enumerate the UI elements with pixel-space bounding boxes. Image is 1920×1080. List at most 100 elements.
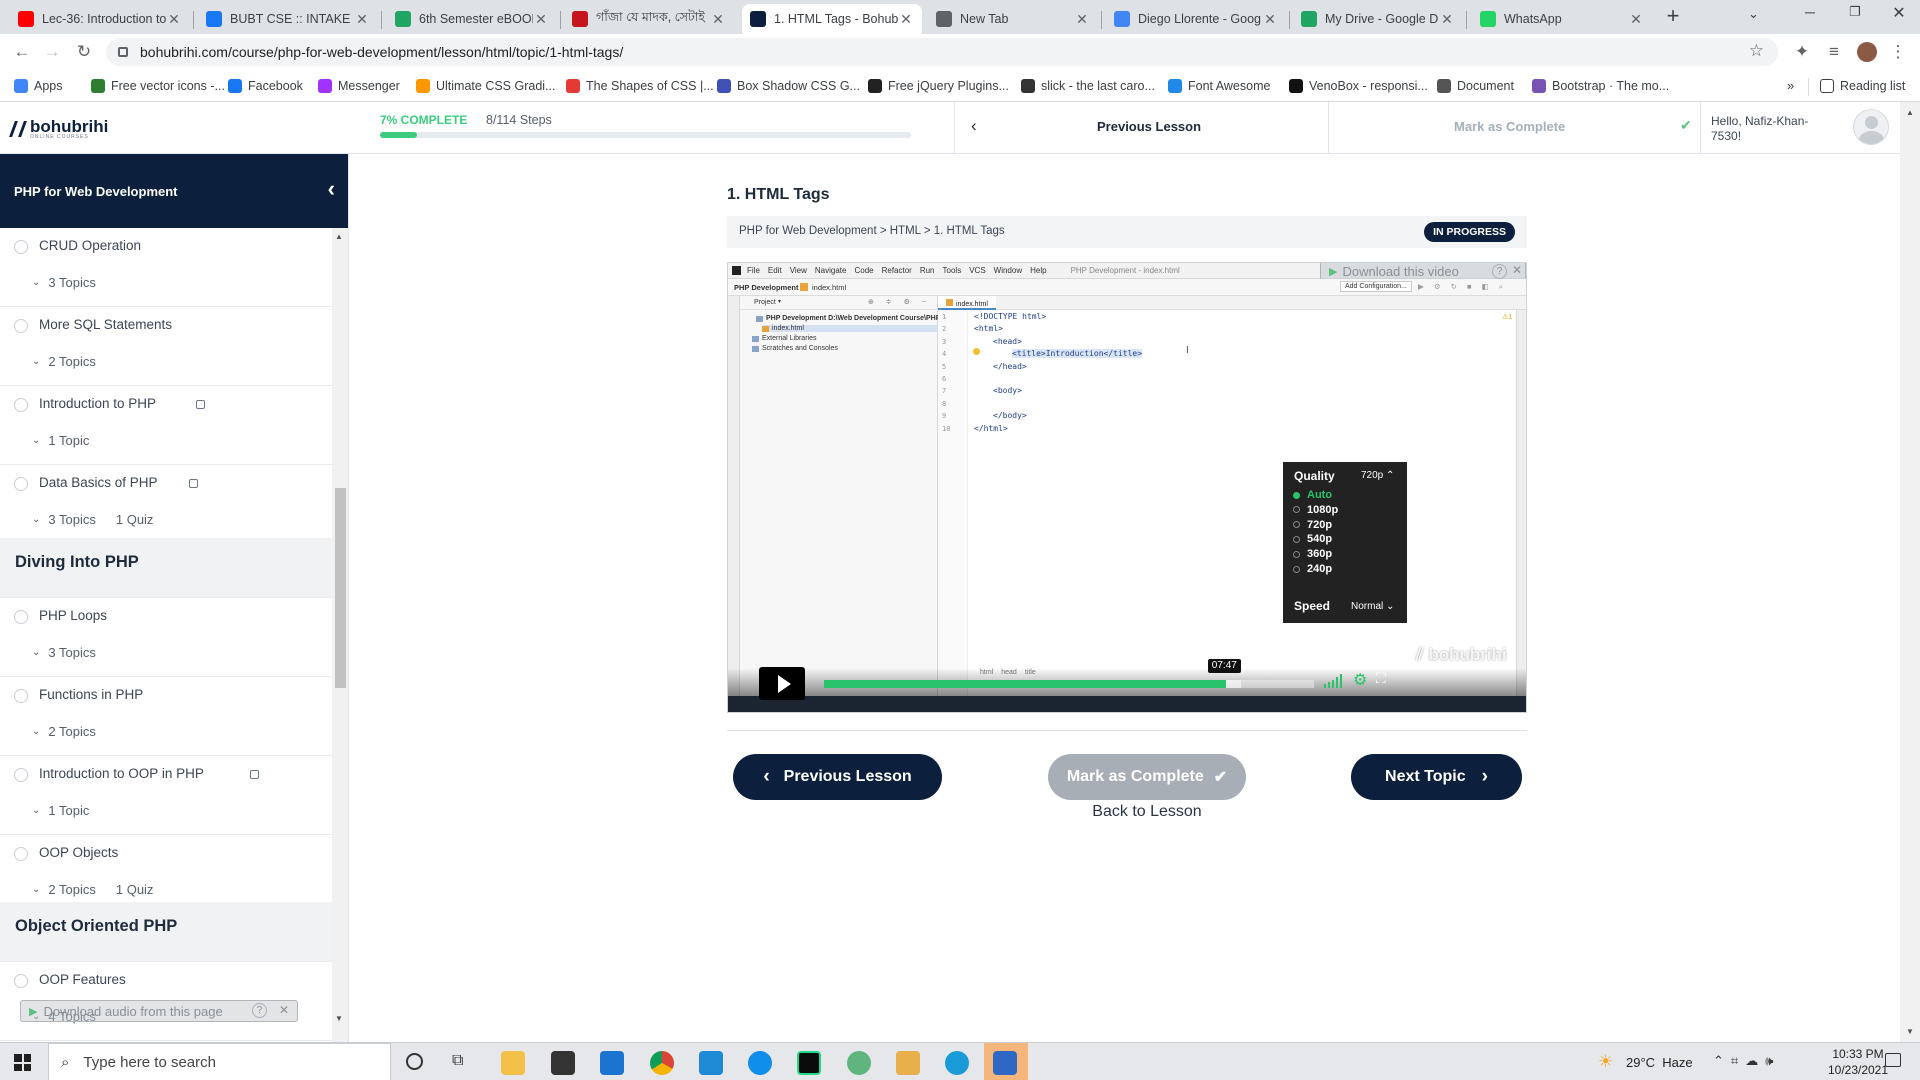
browser-tab[interactable]: Diego Llorente - Goog ✕	[1106, 4, 1286, 34]
quality-option[interactable]: 720p	[1293, 519, 1332, 531]
sidebar-lesson-row[interactable]: Functions in PHP ⌄ 2 Topics	[0, 677, 332, 756]
address-bar[interactable]: bohubrihi.com/course/php-for-web-develop…	[106, 38, 1778, 66]
sidebar-lesson-name[interactable]: PHP Loops	[39, 608, 107, 623]
bookmark-item[interactable]: Messenger	[318, 76, 400, 96]
reading-list-button[interactable]: Reading list	[1820, 76, 1905, 96]
previous-lesson-button[interactable]: ‹ Previous Lesson	[733, 754, 942, 800]
sidebar-lesson-name[interactable]: OOP Objects	[39, 845, 118, 860]
sidebar-topics-toggle[interactable]: ⌄ 1 Topic	[32, 433, 89, 448]
sidebar-lesson-row[interactable]: Data Basics of PHP ⌄ 3 Topics 1 Quiz	[0, 465, 332, 544]
bookmark-item[interactable]: Document	[1437, 76, 1514, 96]
tab-close-icon[interactable]: ✕	[898, 11, 914, 28]
reload-icon[interactable]: ↻	[72, 40, 96, 64]
weather-text[interactable]: 29°C Haze	[1626, 1055, 1693, 1070]
back-to-lesson-link[interactable]: Back to Lesson	[1091, 803, 1203, 821]
video-seek-bar[interactable]	[824, 680, 1314, 688]
maximize-button[interactable]: ❐	[1840, 4, 1870, 24]
sidebar-collapse-icon[interactable]: ‹	[328, 178, 335, 200]
quality-option[interactable]: 540p	[1293, 533, 1332, 545]
browser-tab[interactable]: BUBT CSE :: INTAKE 37✕	[198, 4, 378, 34]
security-shield-icon[interactable]	[993, 1051, 1017, 1075]
download-audio-help-icon[interactable]: ?	[252, 1003, 267, 1018]
bookmark-item[interactable]: Ultimate CSS Gradi...	[416, 76, 555, 96]
quality-current[interactable]: 720p ⌃	[1361, 470, 1394, 481]
video-settings-gear-icon[interactable]: ⚙	[1353, 670, 1367, 690]
quality-option[interactable]: 1080p	[1293, 504, 1338, 516]
video-fullscreen-icon[interactable]: ⛶	[1376, 670, 1386, 687]
header-mark-complete[interactable]: Mark as Complete	[1454, 119, 1565, 134]
browser-tab[interactable]: 1. HTML Tags - Bohub ✕	[742, 4, 922, 34]
vscode-icon[interactable]	[699, 1051, 723, 1075]
video-player[interactable]: File Edit View Navigate Code Refactor Run Tools…	[727, 262, 1527, 713]
sidebar-scroll-down-arrow-icon[interactable]: ▼	[335, 1014, 343, 1023]
ide-add-config[interactable]: Add Configuration...	[1340, 281, 1412, 292]
bookmark-item[interactable]: The Shapes of CSS |...	[566, 76, 714, 96]
notification-center-icon[interactable]	[1885, 1053, 1901, 1067]
video-play-button[interactable]	[759, 667, 805, 700]
store-icon[interactable]	[551, 1051, 575, 1075]
browser-tab[interactable]: New Tab ✕	[928, 4, 1098, 34]
browser-tab[interactable]: My Drive - Google Dri ✕	[1293, 4, 1463, 34]
sidebar-topics-toggle[interactable]: ⌄ 2 Topics 1 Quiz	[32, 882, 153, 897]
mail-icon[interactable]	[600, 1051, 624, 1075]
sidebar-topics-toggle[interactable]: ⌄ 1 Topic	[32, 803, 89, 818]
bookmark-item[interactable]: Facebook	[228, 76, 303, 96]
topic-breadcrumb[interactable]: PHP for Web Development > HTML > 1. HTML…	[739, 225, 1005, 237]
clock-time[interactable]: 10:33 PM	[1832, 1047, 1884, 1061]
bookmark-item[interactable]: Free vector icons -...	[91, 76, 225, 96]
bookmark-item[interactable]: slick - the last caro...	[1021, 76, 1155, 96]
atom-icon[interactable]	[847, 1051, 871, 1075]
next-topic-button[interactable]: Next Topic ›	[1351, 754, 1522, 800]
header-previous-lesson[interactable]: Previous Lesson	[1097, 119, 1201, 134]
bookmark-item[interactable]: Bootstrap · The mo...	[1532, 76, 1669, 96]
tray-icons[interactable]: ⌃⌗☁🕪	[1713, 1053, 1780, 1069]
sidebar-topics-toggle[interactable]: ⌄ 3 Topics 1 Quiz	[32, 512, 153, 527]
bookmark-item[interactable]: Free jQuery Plugins...	[868, 76, 1009, 96]
site-logo[interactable]: bohubrihi ONLINE COURSES	[9, 118, 108, 140]
cortana-icon[interactable]	[406, 1053, 423, 1070]
sidebar-lesson-name[interactable]: Data Basics of PHP	[39, 475, 158, 490]
sidebar-lesson-row[interactable]: More SQL Statements ⌄ 2 Topics	[0, 307, 332, 386]
tab-close-icon[interactable]: ✕	[533, 11, 549, 28]
speed-value[interactable]: Normal ⌄	[1351, 601, 1394, 612]
sidebar-scroll-up-arrow-icon[interactable]: ▲	[335, 232, 343, 241]
sidebar-lesson-name[interactable]: Introduction to OOP in PHP	[39, 766, 204, 781]
new-tab-button[interactable]: +	[1661, 5, 1685, 29]
quality-menu[interactable]: Quality 720p ⌃ Auto 1080p 720p 540p 360p 240p…	[1283, 462, 1407, 623]
tab-close-icon[interactable]: ✕	[354, 11, 370, 28]
windows-start-icon[interactable]	[14, 1054, 31, 1071]
download-audio-close-icon[interactable]: ✕	[279, 1003, 289, 1017]
teamviewer-icon[interactable]	[748, 1051, 772, 1075]
sidebar-topics-toggle[interactable]: ⌄ 3 Topics	[32, 645, 96, 660]
sidebar-topics-toggle[interactable]: ⌄ 3 Topics	[32, 275, 96, 290]
user-avatar[interactable]	[1853, 109, 1889, 145]
edge-icon[interactable]	[945, 1051, 969, 1075]
bookmark-item[interactable]: Apps	[14, 76, 63, 96]
bookmark-star-icon[interactable]: ☆	[1749, 41, 1764, 61]
quality-option[interactable]: 240p	[1293, 563, 1332, 575]
sidebar-topics-toggle[interactable]: ⌄ 2 Topics	[32, 354, 96, 369]
pycharm-icon[interactable]	[797, 1051, 821, 1075]
mark-complete-button[interactable]: Mark as Complete ✔	[1048, 754, 1246, 800]
browser-tab[interactable]: গাঁজা যে মাদক, সেটাই ✕	[564, 4, 734, 34]
volume-bars-icon[interactable]	[1324, 674, 1346, 688]
header-prev-chevron-icon[interactable]: ‹	[971, 116, 977, 136]
sidebar-lesson-row[interactable]: Introduction to PHP ⌄ 1 Topic	[0, 386, 332, 465]
clock-date[interactable]: 10/23/2021	[1826, 1063, 1890, 1077]
browser-tab[interactable]: WhatsApp ✕	[1472, 4, 1652, 34]
download-audio-bar[interactable]: ▶ Download audio from this page ? ✕	[20, 1000, 298, 1022]
sidebar-lesson-name[interactable]: Functions in PHP	[39, 687, 143, 702]
back-arrow-icon[interactable]: ←	[10, 40, 34, 64]
sidebar-lesson-row[interactable]: PHP Loops ⌄ 3 Topics	[0, 598, 332, 677]
task-view-icon[interactable]: ⧉	[452, 1052, 463, 1070]
profile-avatar[interactable]	[1857, 42, 1877, 62]
tab-close-icon[interactable]: ✕	[1262, 11, 1278, 28]
ide-project-dropdown[interactable]: Project	[754, 299, 776, 306]
close-window-button[interactable]: ✕	[1884, 3, 1914, 23]
tab-close-icon[interactable]: ✕	[1074, 11, 1090, 28]
download-video-help-icon[interactable]: ?	[1492, 264, 1507, 279]
tab-search-icon[interactable]: ⌄	[1748, 6, 1759, 22]
page-scroll-down-arrow-icon[interactable]: ▼	[1906, 1027, 1914, 1036]
ide-editor-tab[interactable]: index.html	[938, 296, 996, 310]
bookmark-item[interactable]: Font Awesome	[1168, 76, 1270, 96]
